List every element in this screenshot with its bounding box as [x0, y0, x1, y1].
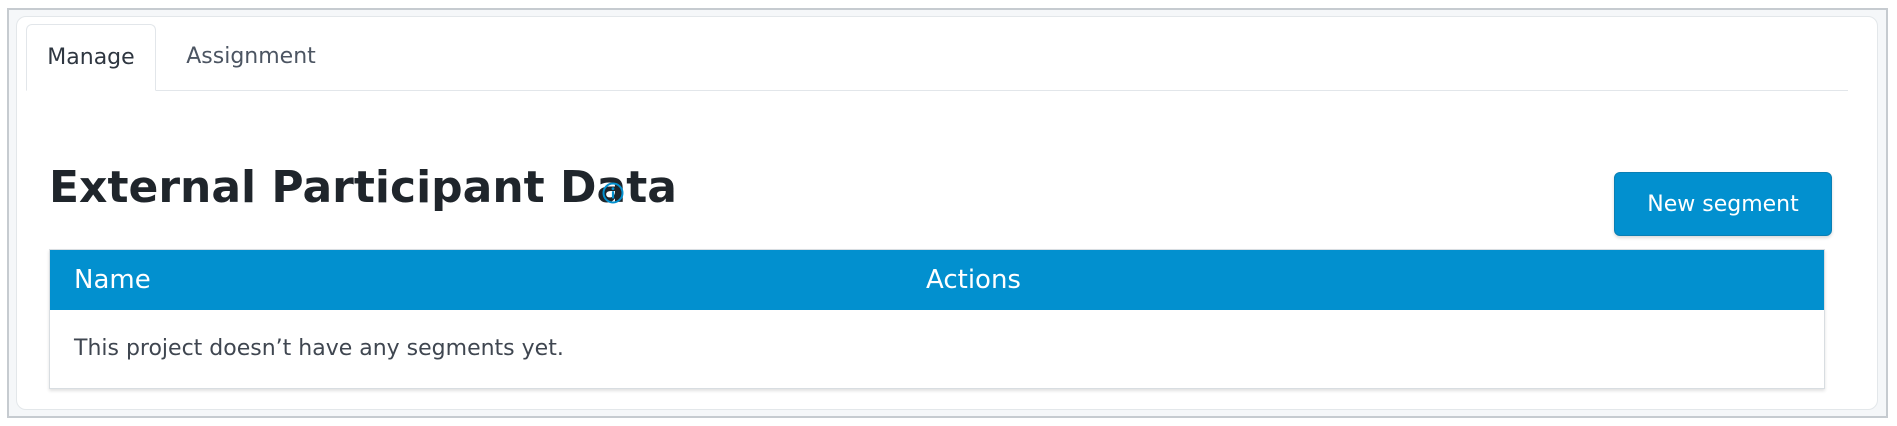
tab-assignment[interactable]: Assignment [176, 24, 326, 90]
table-body: This project doesn’t have any segments y… [50, 310, 1824, 388]
table-header: Name Actions [50, 250, 1824, 310]
segments-table: Name Actions This project doesn’t have a… [49, 249, 1825, 389]
tab-bar: Manage Assignment [26, 24, 1848, 91]
page-title: External Participant Data [49, 162, 677, 213]
new-segment-button[interactable]: New segment [1614, 172, 1832, 236]
tab-manage[interactable]: Manage [26, 24, 156, 91]
info-icon[interactable] [602, 182, 624, 204]
empty-state-message: This project doesn’t have any segments y… [74, 336, 564, 361]
column-header-actions: Actions [926, 265, 1021, 295]
column-header-name: Name [74, 265, 151, 295]
